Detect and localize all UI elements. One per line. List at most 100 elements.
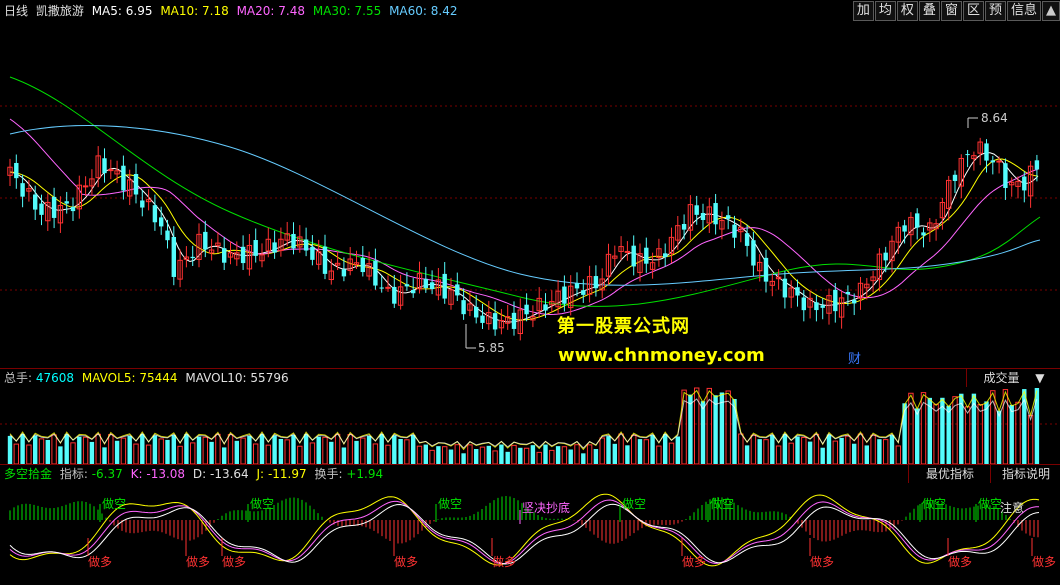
volume-bar (946, 405, 951, 464)
candle-body (310, 246, 315, 260)
volume-bar (631, 434, 637, 464)
volume-bar (177, 445, 183, 464)
ma5-line (9, 152, 1039, 323)
candle-body (20, 183, 25, 197)
volume-bar (392, 435, 397, 464)
candle-body (1034, 160, 1040, 170)
window-button[interactable]: 窗 (940, 1, 962, 21)
volume-bar (222, 447, 227, 464)
volume-bar (663, 434, 668, 464)
candle-body (694, 205, 699, 215)
candle-body (461, 300, 466, 315)
volume-header: 总手: 47608 MAVOL5: 75444 MAVOL10: 55796 成… (0, 368, 1060, 387)
volume-bar (864, 445, 869, 464)
volume-bar (190, 442, 196, 464)
short-signal-label: 做空 (922, 496, 946, 511)
toolbar-buttons: 加 均 权 叠 窗 区 预 信息 ▲ (852, 1, 1060, 21)
indicator-explain-button[interactable]: 指标说明 (990, 465, 1060, 483)
range-button[interactable]: 区 (962, 1, 984, 21)
candle-body (543, 304, 548, 311)
volume-total-value: 47608 (35, 371, 75, 385)
volume-bar (1009, 404, 1014, 464)
forecast-button[interactable]: 预 (984, 1, 1006, 21)
volume-bar (309, 442, 316, 464)
expand-arrow-icon[interactable]: ▲ (1042, 1, 1060, 21)
candle-body (984, 143, 989, 161)
volume-bar (839, 437, 844, 464)
volume-bar (127, 435, 132, 464)
volume-bar (775, 445, 782, 464)
volume-bar (852, 443, 857, 464)
candle-body (1003, 163, 1008, 188)
long-signal-label: 做多 (1032, 554, 1056, 569)
best-indicator-button[interactable]: 最优指标 (908, 465, 991, 483)
indicator-index-value: -6.37 (91, 467, 123, 481)
volume-bar (492, 450, 498, 464)
candle-body (732, 224, 737, 238)
volume-bar (108, 434, 114, 464)
finance-marker[interactable]: 财 (848, 352, 861, 367)
volume-bar (586, 444, 593, 464)
volume-bar (581, 453, 586, 464)
ma60-readout: MA60: 8.42 (389, 4, 458, 18)
candle-body (713, 203, 718, 225)
volume-total-label: 总手: (4, 371, 33, 385)
volume-bar (95, 433, 101, 464)
volume-bar (259, 434, 265, 464)
indicator-selector[interactable]: 成交量 ▼ (966, 369, 1060, 387)
candle-body (159, 217, 164, 227)
volume-bar (171, 434, 176, 464)
indicator-chart[interactable]: 做空 做空 做空 做空 做空 做空 做空做多 做多 做多 做多 做多 做多 做多 做多 做多坚决抄底 注意 (0, 482, 1060, 585)
volume-bar (795, 436, 800, 464)
candle-body (801, 297, 806, 311)
ma5-readout: MA5: 6.95 (91, 4, 153, 18)
volume-bar (416, 445, 423, 464)
candle-body (108, 169, 114, 172)
volume-bar (543, 444, 548, 464)
info-button[interactable]: 信息 (1006, 1, 1041, 21)
volume-bar (215, 433, 221, 464)
volume-chart[interactable] (0, 386, 1060, 464)
volume-bar (788, 442, 794, 464)
volume-bar (114, 440, 120, 464)
candle-body (341, 269, 347, 277)
volume-bar (13, 443, 20, 464)
volume-bars (7, 387, 1040, 464)
volume-bar (770, 435, 775, 464)
long-signal-label: 做多 (88, 554, 112, 569)
candle-body (644, 247, 649, 264)
mavol10-line (9, 398, 1038, 449)
volume-bar (423, 444, 428, 464)
candle-body (663, 253, 668, 258)
volume-bar (152, 435, 158, 464)
candle-body (593, 276, 599, 289)
volume-bar (820, 447, 825, 464)
volume-bar (883, 439, 889, 464)
add-button[interactable]: 加 (852, 1, 874, 21)
volume-bar (253, 443, 259, 464)
candle-body (524, 304, 529, 315)
bottom-signal-label: 坚决抄底 (522, 500, 570, 515)
volume-bar (474, 449, 479, 464)
volume-bar (1015, 401, 1021, 464)
candle-body (392, 286, 397, 304)
mavol5-label: MAVOL5: (81, 371, 136, 385)
short-signal-label: 做空 (978, 496, 1002, 511)
volume-bar (202, 436, 209, 464)
volume-bar (895, 445, 901, 464)
price-chart[interactable]: 8.64 5.85 财 (0, 22, 1060, 368)
volume-bar (303, 434, 309, 464)
volume-bar (523, 447, 530, 464)
volume-bar (45, 439, 50, 464)
candle-body (782, 278, 788, 298)
overlay-button[interactable]: 叠 (918, 1, 940, 21)
volume-bar (102, 447, 107, 464)
average-button[interactable]: 均 (874, 1, 896, 21)
candle-body (203, 231, 208, 250)
candle-body (222, 248, 227, 263)
volume-bar (599, 437, 605, 464)
volume-bar (555, 446, 561, 464)
volume-bar (574, 444, 580, 464)
rights-button[interactable]: 权 (896, 1, 918, 21)
ma10-line (9, 158, 1039, 321)
